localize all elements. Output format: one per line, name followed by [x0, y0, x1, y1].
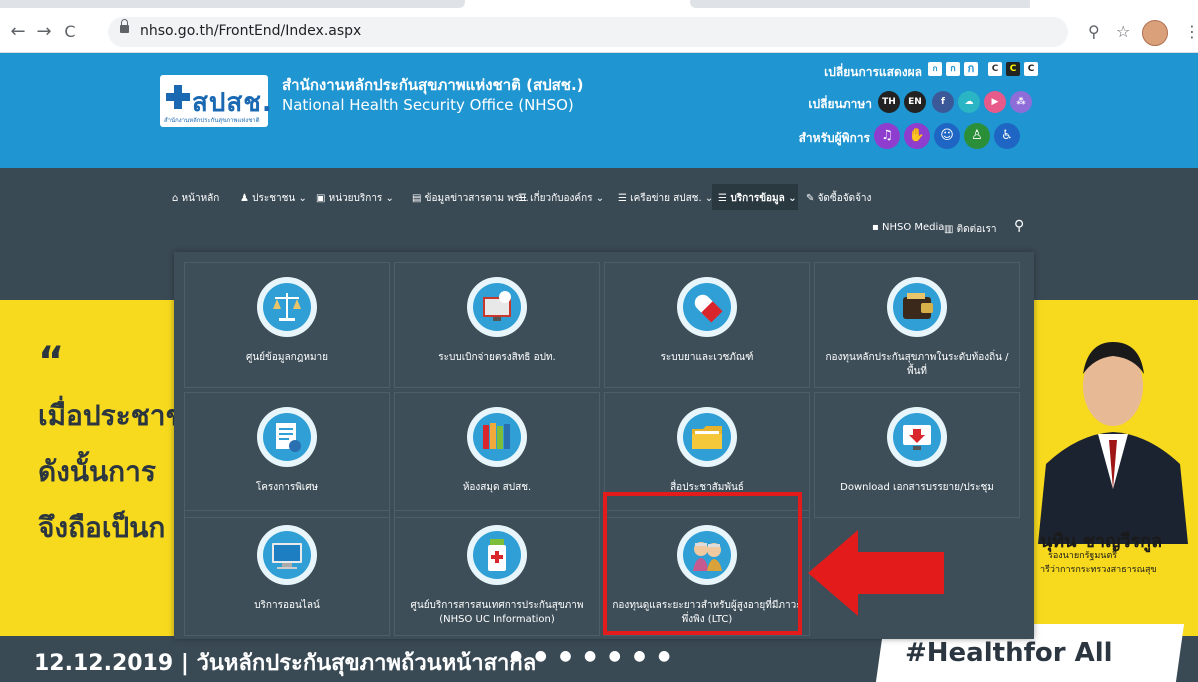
camera-icon: ▪ — [872, 222, 882, 233]
person-icon: ♟ — [240, 193, 253, 204]
document-icon — [257, 407, 317, 467]
font-size-large[interactable]: ก — [964, 62, 978, 76]
forward-arrow-icon[interactable]: → — [34, 22, 54, 42]
nav-network[interactable]: ☰ เครือข่าย สปสช. ⌄ — [618, 191, 713, 206]
url-text[interactable]: nhso.go.th/FrontEnd/Index.aspx — [140, 23, 361, 39]
lock-icon — [120, 19, 129, 33]
menu-item-drug-system[interactable]: ระบบยาและเวชภัณฑ์ — [604, 262, 810, 388]
display-label: เปลี่ยนการแสดงผล — [824, 65, 922, 79]
list-icon: ☰ — [718, 193, 731, 204]
language-label: เปลี่ยนภาษา — [808, 97, 872, 111]
menu-item-online-services[interactable]: บริการออนไลน์ — [184, 510, 390, 636]
profile-avatar[interactable] — [1142, 20, 1168, 46]
main-nav: ⌂ หน้าหลัก ♟ ประชาชน ⌄ ▣ หน่วยบริการ ⌄ ▤… — [0, 168, 1198, 244]
star-icon[interactable]: ☆ — [1116, 22, 1130, 42]
computer-chat-icon — [467, 277, 527, 337]
font-size-medium[interactable]: ก — [946, 62, 960, 76]
banner-date-line: 12.12.2019 | วันหลักประกันสุขภาพถ้วนหน้า… — [34, 651, 537, 676]
nav-info-services[interactable]: ☰ บริการข้อมูล ⌄ — [718, 191, 797, 206]
contrast-high[interactable]: C — [1024, 62, 1038, 76]
cross-icon — [166, 85, 190, 109]
nav-citizen[interactable]: ♟ ประชาชน ⌄ — [240, 191, 307, 206]
medicine-bottle-icon — [467, 525, 527, 585]
list-icon: ☰ — [618, 193, 631, 204]
search-icon[interactable]: ⚲ — [1014, 218, 1024, 234]
lang-en-button[interactable]: EN — [904, 91, 926, 113]
red-arrow-annotation — [808, 530, 944, 616]
person-photo — [1038, 342, 1188, 544]
reload-icon[interactable]: C — [60, 22, 80, 42]
back-arrow-icon[interactable]: ← — [8, 22, 28, 42]
sign-language-icon[interactable]: ✋ — [904, 123, 930, 149]
banner-line-1: เมื่อประชาช — [38, 399, 185, 432]
hearing-icon[interactable]: ♫ — [874, 123, 900, 149]
megaphone-icon: ✎ — [806, 193, 818, 204]
menu-icon[interactable]: ⋮ — [1184, 22, 1198, 41]
quote-mark: “ — [38, 339, 65, 385]
cloud-icon[interactable]: ☁ — [958, 91, 980, 113]
facebook-icon[interactable]: f — [932, 91, 954, 113]
video-icon[interactable]: ▶ — [984, 91, 1006, 113]
zoom-icon[interactable]: ⚲ — [1088, 22, 1100, 42]
address-bar[interactable]: nhso.go.th/FrontEnd/Index.aspx — [108, 17, 1068, 47]
highlight-box — [603, 492, 802, 635]
nav-procurement[interactable]: ✎ จัดซื้อจัดจ้าง — [806, 191, 871, 206]
menu-item-special-projects[interactable]: โครงการพิเศษ — [184, 392, 390, 518]
contrast-normal[interactable]: C — [988, 62, 1002, 76]
banner-line-2: ดังนั้นการ — [38, 455, 156, 488]
menu-item-download-docs[interactable]: Download เอกสารบรรยาย/ประชุม — [814, 392, 1020, 518]
sitemap-icon[interactable]: ⁂ — [1010, 91, 1032, 113]
menu-item-uc-information[interactable]: ศูนย์บริการสารสนเทศการประกันสุขภาพ (NHSO… — [394, 510, 600, 636]
wallet-icon — [887, 277, 947, 337]
nhso-logo[interactable]: สปสช. สำนักงานหลักประกันสุขภาพแห่งชาติ — [160, 75, 272, 127]
nav-contact[interactable]: ▥ ติดต่อเรา — [944, 222, 997, 237]
menu-item-direct-billing[interactable]: ระบบเบิกจ่ายตรงสิทธิ อปท. — [394, 262, 600, 388]
list-icon: ☰ — [518, 193, 531, 204]
nav-service-units[interactable]: ▣ หน่วยบริการ ⌄ — [316, 191, 394, 206]
folder-icon — [677, 407, 737, 467]
carousel-dots[interactable]: ● ● ● ● ● ● ● — [510, 648, 674, 664]
scales-icon — [257, 277, 317, 337]
banner-hashtag: #Healthfor All — [905, 638, 1113, 668]
nav-about[interactable]: ☰ เกี่ยวกับองค์กร ⌄ — [518, 191, 604, 206]
walking-icon[interactable]: ♙ — [964, 123, 990, 149]
org-name-en: National Health Security Office (NHSO) — [282, 96, 574, 114]
org-name-th: สำนักงานหลักประกันสุขภาพแห่งชาติ (สปสช.) — [282, 76, 584, 94]
monitor-icon — [257, 525, 317, 585]
person-title-2: ารีว่าการกระทรวงสาธารณสุข — [1040, 565, 1157, 575]
person-title-1: รองนายกรัฐมนตรี — [1048, 551, 1118, 561]
accessibility-label: สำหรับผู้พิการ — [798, 131, 870, 145]
wheelchair-icon[interactable]: ♿ — [994, 123, 1020, 149]
font-size-small[interactable]: ก — [928, 62, 942, 76]
map-icon: ▥ — [944, 224, 957, 235]
browser-toolbar: ← → C nhso.go.th/FrontEnd/Index.aspx ⚲ ☆… — [0, 12, 1198, 53]
nav-public-info[interactable]: ▤ ข้อมูลข่าวสารตาม พรบ. — [412, 191, 529, 206]
contrast-dark[interactable]: C — [1006, 62, 1020, 76]
lang-th-button[interactable]: TH — [878, 91, 900, 113]
home-icon: ⌂ — [172, 193, 182, 204]
books-icon — [467, 407, 527, 467]
book-icon: ▤ — [412, 193, 425, 204]
nav-media[interactable]: ▪ NHSO Media — [872, 222, 944, 233]
download-icon — [887, 407, 947, 467]
menu-item-library[interactable]: ห้องสมุด สปสช. — [394, 392, 600, 518]
menu-item-law-center[interactable]: ศูนย์ข้อมูลกฎหมาย — [184, 262, 390, 388]
cognitive-icon[interactable]: ☺ — [934, 123, 960, 149]
banner-line-3: จึงถือเป็นก — [38, 511, 166, 544]
logo-subtext: สำนักงานหลักประกันสุขภาพแห่งชาติ — [164, 117, 260, 124]
building-icon: ▣ — [316, 193, 329, 204]
site-header: สปสช. สำนักงานหลักประกันสุขภาพแห่งชาติ ส… — [0, 53, 1198, 168]
browser-tab-strip — [0, 0, 1198, 10]
nav-home[interactable]: ⌂ หน้าหลัก — [172, 191, 219, 206]
menu-item-local-health-fund[interactable]: กองทุนหลักประกันสุขภาพในระดับท้องถิ่น / … — [814, 262, 1020, 388]
pill-icon — [677, 277, 737, 337]
